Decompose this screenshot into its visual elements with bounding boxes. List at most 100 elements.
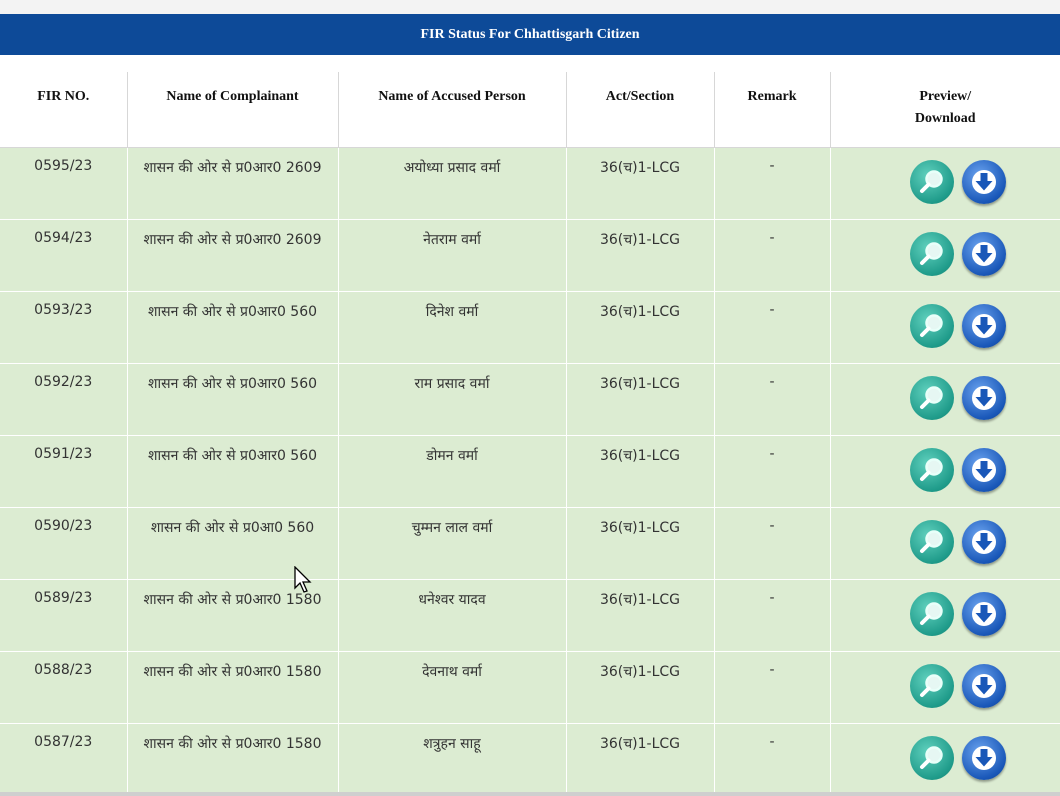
table-row: 0595/23 शासन की ओर से प्र0आर0 2609 अयोध्या… (0, 146, 1060, 219)
complainant-cell: शासन की ओर से प्र0आर0 1580 (126, 722, 338, 795)
act-section-cell: 36(च)1-LCG (565, 506, 714, 579)
row-actions (832, 663, 1060, 708)
remark-cell: - (713, 506, 830, 579)
accused-cell: धनेश्वर यादव (337, 578, 566, 651)
act-section-cell: 36(च)1-LCG (565, 218, 714, 291)
magnifier-icon (917, 743, 947, 773)
complainant-cell: शासन की ओर से प्र0आर0 560 (126, 290, 338, 363)
actions-cell (829, 434, 1060, 507)
table-row: 0591/23 शासन की ओर से प्र0आर0 560 डोमन वर्… (0, 434, 1060, 507)
header-preview-line1: Preview/ (919, 89, 972, 104)
table-row: 0592/23 शासन की ओर से प्र0आर0 560 राम प्रस… (0, 362, 1060, 435)
table-header-row: FIR NO. Name of Complainant Name of Accu… (0, 72, 1060, 148)
table-row: 0594/23 शासन की ओर से प्र0आर0 2609 नेतराम … (0, 218, 1060, 291)
remark-cell: - (713, 362, 830, 435)
row-actions (832, 159, 1060, 204)
act-section-cell: 36(च)1-LCG (565, 434, 714, 507)
table-row: 0588/23 शासन की ओर से प्र0आर0 1580 देवनाथ … (0, 650, 1060, 723)
download-arrow-icon (969, 743, 999, 773)
table-row: 0593/23 शासन की ओर से प्र0आर0 560 दिनेश वर… (0, 290, 1060, 363)
download-button[interactable] (962, 735, 1007, 780)
accused-cell: नेतराम वर्मा (337, 218, 566, 291)
preview-button[interactable] (910, 231, 955, 276)
actions-cell (829, 290, 1060, 363)
preview-button[interactable] (910, 159, 955, 204)
complainant-cell: शासन की ओर से प्र0आर0 2609 (126, 218, 338, 291)
download-arrow-icon (969, 239, 999, 269)
table-row: 0589/23 शासन की ओर से प्र0आर0 1580 धनेश्वर… (0, 578, 1060, 651)
preview-button[interactable] (910, 447, 955, 492)
row-actions (832, 375, 1060, 420)
actions-cell (829, 146, 1060, 219)
preview-button[interactable] (910, 519, 955, 564)
actions-cell (829, 362, 1060, 435)
row-actions (832, 231, 1060, 276)
mouse-cursor-icon (294, 566, 312, 593)
accused-cell: चुम्मन लाल वर्मा (337, 506, 566, 579)
page-title: FIR Status For Chhattisgarh Citizen (0, 14, 1060, 55)
preview-button[interactable] (910, 375, 955, 420)
accused-cell: राम प्रसाद वर्मा (337, 362, 566, 435)
complainant-cell: शासन की ओर से प्र0आर0 2609 (126, 146, 338, 219)
magnifier-icon (917, 455, 947, 485)
preview-button[interactable] (910, 663, 955, 708)
row-actions (832, 735, 1060, 780)
download-arrow-icon (969, 383, 999, 413)
fir-number-cell: 0589/23 (0, 578, 127, 651)
complainant-cell: शासन की ओर से प्र0आर0 1580 (126, 650, 338, 723)
accused-cell: देवनाथ वर्मा (337, 650, 566, 723)
header-remark: Remark (713, 72, 830, 148)
accused-cell: डोमन वर्मा (337, 434, 566, 507)
download-button[interactable] (962, 303, 1007, 348)
bottom-border (0, 792, 1060, 796)
preview-button[interactable] (910, 735, 955, 780)
preview-button[interactable] (910, 303, 955, 348)
table-row: 0590/23 शासन की ओर से प्र0आ0 560 चुम्मन ला… (0, 506, 1060, 579)
top-strip (0, 0, 1060, 14)
download-arrow-icon (969, 167, 999, 197)
download-button[interactable] (962, 663, 1007, 708)
act-section-cell: 36(च)1-LCG (565, 290, 714, 363)
fir-table: FIR NO. Name of Complainant Name of Accu… (0, 72, 1060, 795)
download-button[interactable] (962, 159, 1007, 204)
row-actions (832, 519, 1060, 564)
actions-cell (829, 506, 1060, 579)
actions-cell (829, 650, 1060, 723)
remark-cell: - (713, 146, 830, 219)
remark-cell: - (713, 722, 830, 795)
download-button[interactable] (962, 519, 1007, 564)
download-button[interactable] (962, 447, 1007, 492)
accused-cell: शत्रुहन साहू (337, 722, 566, 795)
row-actions (832, 447, 1060, 492)
fir-number-cell: 0590/23 (0, 506, 127, 579)
remark-cell: - (713, 434, 830, 507)
complainant-cell: शासन की ओर से प्र0आर0 560 (126, 362, 338, 435)
remark-cell: - (713, 218, 830, 291)
actions-cell (829, 722, 1060, 795)
table-row: 0587/23 शासन की ओर से प्र0आर0 1580 शत्रुहन… (0, 722, 1060, 795)
header-act-section: Act/Section (565, 72, 714, 148)
magnifier-icon (917, 527, 947, 557)
preview-button[interactable] (910, 591, 955, 636)
act-section-cell: 36(च)1-LCG (565, 578, 714, 651)
accused-cell: अयोध्या प्रसाद वर्मा (337, 146, 566, 219)
magnifier-icon (917, 311, 947, 341)
download-button[interactable] (962, 231, 1007, 276)
download-button[interactable] (962, 591, 1007, 636)
accused-cell: दिनेश वर्मा (337, 290, 566, 363)
fir-number-cell: 0592/23 (0, 362, 127, 435)
row-actions (832, 303, 1060, 348)
row-actions (832, 591, 1060, 636)
download-arrow-icon (969, 311, 999, 341)
complainant-cell: शासन की ओर से प्र0आर0 560 (126, 434, 338, 507)
magnifier-icon (917, 239, 947, 269)
download-arrow-icon (969, 455, 999, 485)
fir-number-cell: 0587/23 (0, 722, 127, 795)
remark-cell: - (713, 290, 830, 363)
header-fir-no: FIR NO. (0, 72, 127, 148)
magnifier-icon (917, 383, 947, 413)
magnifier-icon (917, 167, 947, 197)
download-button[interactable] (962, 375, 1007, 420)
act-section-cell: 36(च)1-LCG (565, 722, 714, 795)
fir-number-cell: 0588/23 (0, 650, 127, 723)
